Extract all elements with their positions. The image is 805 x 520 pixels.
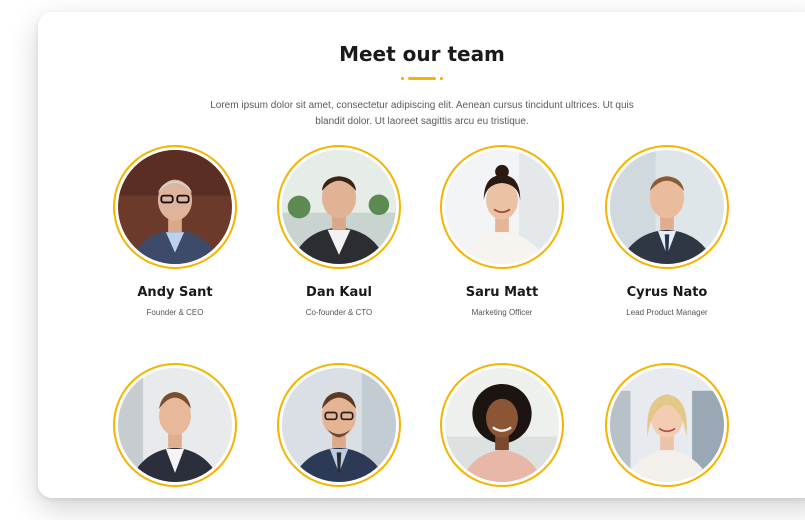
avatar-photo <box>445 368 559 482</box>
avatar-photo <box>118 150 232 264</box>
title-divider <box>38 76 805 80</box>
team-member-card <box>427 363 577 498</box>
avatar <box>113 145 237 269</box>
avatar-photo <box>118 368 232 482</box>
avatar <box>277 363 401 487</box>
avatar-photo <box>445 150 559 264</box>
member-name: Cyrus Nato <box>626 285 708 300</box>
avatar-photo <box>282 368 396 482</box>
avatar <box>605 363 729 487</box>
member-name: Dan Kaul <box>306 285 372 300</box>
team-member-card: Andy Sant Founder & CEO <box>100 145 250 317</box>
avatar-photo <box>610 368 724 482</box>
avatar <box>277 145 401 269</box>
avatar <box>605 145 729 269</box>
team-member-card <box>100 363 250 498</box>
team-member-card <box>264 363 414 498</box>
member-role: Lead Product Manager <box>626 308 708 317</box>
section-description: Lorem ipsum dolor sit amet, consectetur … <box>210 100 634 127</box>
member-role: Founder & CEO <box>146 308 204 317</box>
avatar <box>440 145 564 269</box>
section-title: Meet our team <box>339 42 505 66</box>
avatar-photo <box>610 150 724 264</box>
avatar <box>440 363 564 487</box>
member-role: Co-founder & CTO <box>305 308 373 317</box>
member-name: Saru Matt <box>465 285 539 300</box>
avatar <box>113 363 237 487</box>
avatar-photo <box>282 150 396 264</box>
team-member-card <box>592 363 742 498</box>
team-member-card: Dan Kaul Co-founder & CTO <box>264 145 414 317</box>
team-member-card: Cyrus Nato Lead Product Manager <box>592 145 742 317</box>
team-member-card: Saru Matt Marketing Officer <box>427 145 577 317</box>
member-name: Andy Sant <box>137 285 213 300</box>
team-section-card: Meet our team Lorem ipsum dolor sit amet… <box>38 12 805 498</box>
member-role: Marketing Officer <box>471 308 533 317</box>
